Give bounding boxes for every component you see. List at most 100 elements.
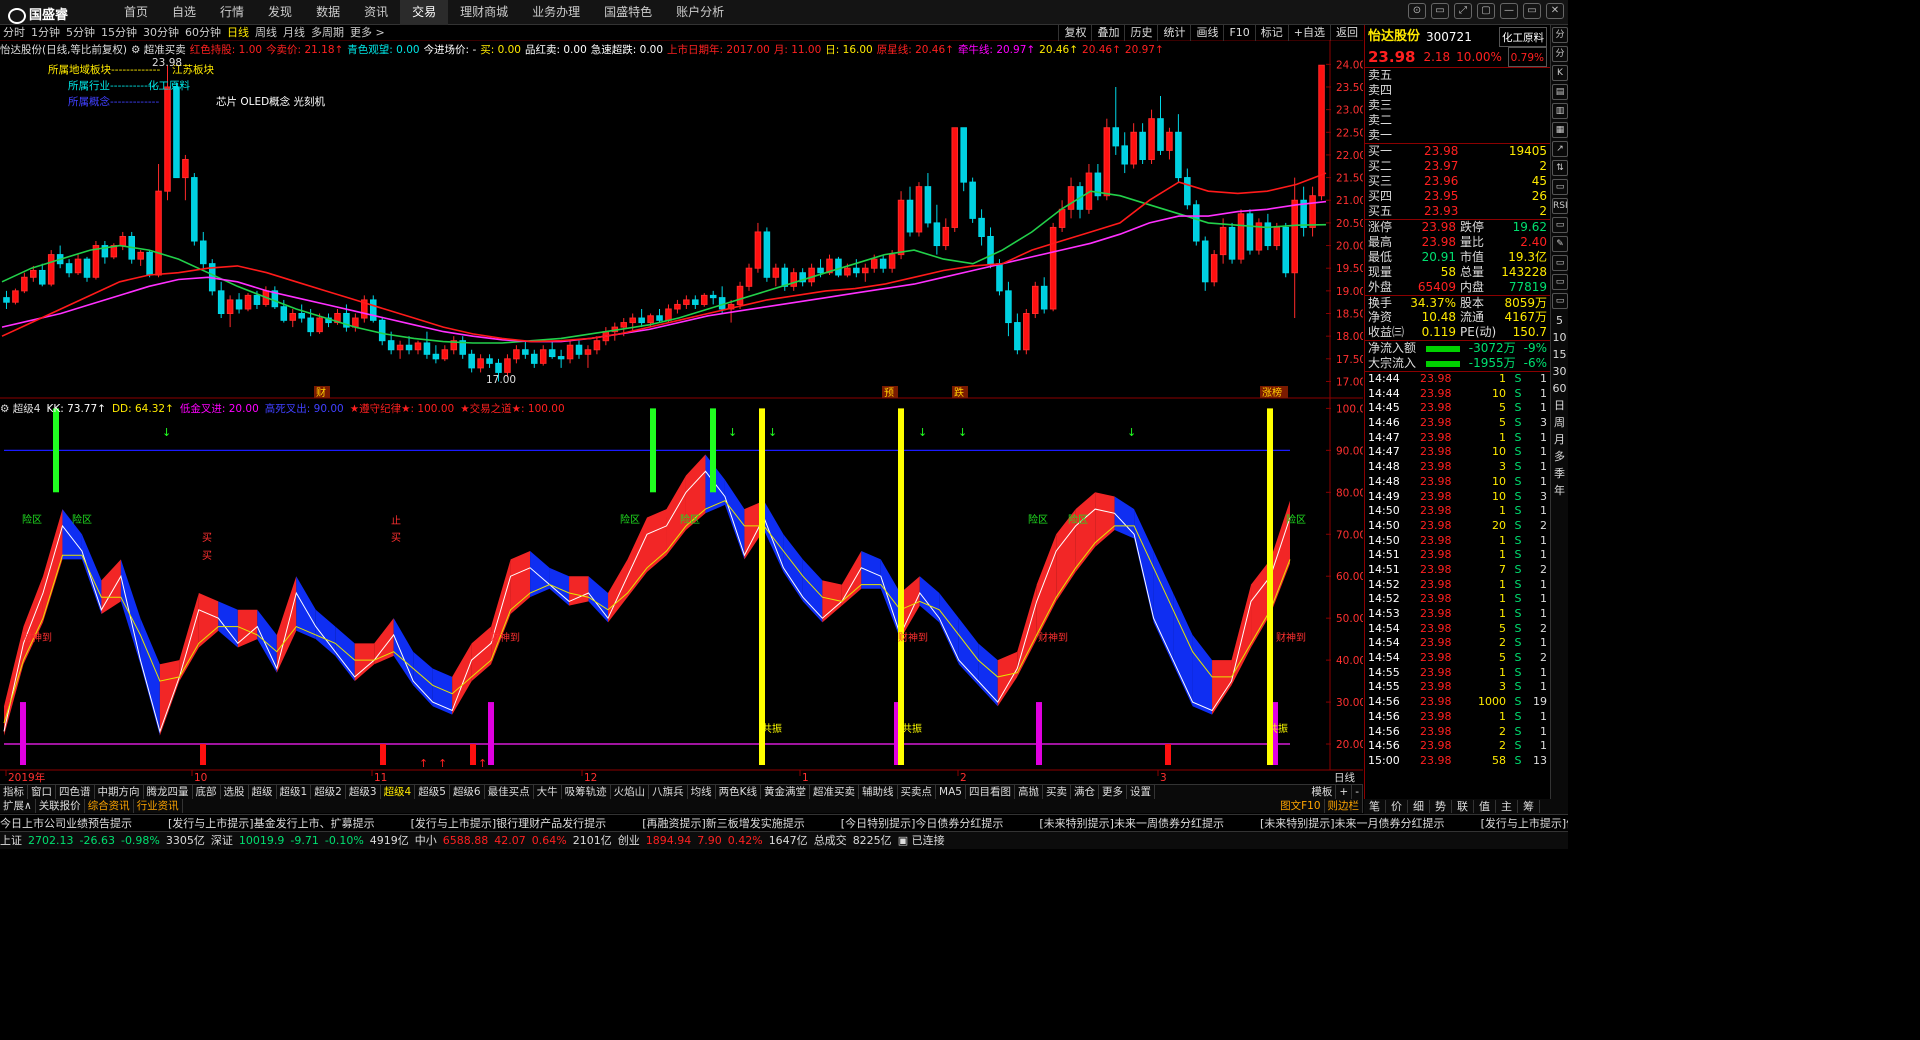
indicator-tab[interactable]: 火焰山 [611, 785, 650, 799]
nav-item[interactable]: 账户分析 [664, 0, 736, 25]
indicator-tab[interactable]: 吸筹轨迹 [562, 785, 611, 799]
indicator-tab[interactable]: 最佳买点 [485, 785, 534, 799]
tab-control-button[interactable]: - [1352, 785, 1363, 799]
window-control-icon[interactable]: ⊙ [1408, 3, 1426, 19]
indicator-tab[interactable]: MA5 [936, 785, 966, 799]
quote-panel-tab[interactable]: 筹 [1518, 800, 1540, 813]
nav-item[interactable]: 发现 [256, 0, 304, 25]
side-tool-icon[interactable]: ▭ [1552, 274, 1568, 290]
bid-row[interactable]: 买五 23.93 2 [1365, 204, 1550, 219]
info-tab[interactable]: 行业资讯 [134, 799, 183, 813]
period-shortcut[interactable]: 多 [1551, 448, 1568, 465]
period-tab[interactable]: 分时 [0, 25, 28, 41]
period-tab[interactable]: 多周期 [308, 25, 347, 41]
side-tool-icon[interactable]: ▦ [1552, 122, 1568, 138]
nav-item[interactable]: 资讯 [352, 0, 400, 25]
indicator-tab[interactable]: 腾龙四量 [144, 785, 193, 799]
toolbar-button[interactable]: 返回 [1330, 25, 1363, 41]
indicator-tab[interactable]: 指标 [0, 785, 28, 799]
nav-item[interactable]: 理财商城 [448, 0, 520, 25]
side-tool-icon[interactable]: ▤ [1552, 84, 1568, 100]
event-marker[interactable]: 涨榜 [1260, 386, 1288, 399]
indicator-tab[interactable]: 大牛 [534, 785, 562, 799]
quote-panel-tab[interactable]: 势 [1430, 800, 1452, 813]
ticker-item[interactable]: [发行与上市提示]银行理财产品发行提示 [411, 817, 607, 830]
period-tab[interactable]: 60分钟 [182, 25, 224, 41]
side-tool-icon[interactable]: ↗ [1552, 141, 1568, 157]
period-tab[interactable]: 15分钟 [98, 25, 140, 41]
indicator-tab[interactable]: 两色K线 [716, 785, 762, 799]
ticker-item[interactable]: [今日特别提示]今日债券分红提示 [841, 817, 1004, 830]
period-tab[interactable]: 30分钟 [140, 25, 182, 41]
event-marker[interactable]: 跌 [952, 386, 968, 399]
indicator-tab[interactable]: 超级5 [415, 785, 450, 799]
nav-item[interactable]: 数据 [304, 0, 352, 25]
side-tool-icon[interactable]: 分 [1552, 46, 1568, 62]
ask-row[interactable]: 卖三 [1365, 98, 1550, 113]
ticker-item[interactable]: [再融资提示]新三板增发实施提示 [642, 817, 805, 830]
toolbar-button[interactable]: +自选 [1287, 25, 1330, 41]
period-shortcut[interactable]: 月 [1551, 431, 1568, 448]
nav-item[interactable]: 自选 [160, 0, 208, 25]
indicator-tab[interactable]: 超级3 [346, 785, 381, 799]
window-control-icon[interactable]: ▢ [1477, 3, 1495, 19]
indicator-tab[interactable]: 窗口 [28, 785, 56, 799]
quote-panel-tab[interactable]: 值 [1474, 800, 1496, 813]
indicator-tab[interactable]: 超准买卖 [810, 785, 860, 799]
info-tab[interactable]: 图文F10 [1277, 799, 1325, 813]
period-shortcut[interactable]: 日 [1551, 397, 1568, 414]
info-tab[interactable]: 关联报价 [36, 799, 85, 813]
period-tab[interactable]: 月线 [280, 25, 308, 41]
period-tab[interactable]: 周线 [252, 25, 280, 41]
side-tool-icon[interactable]: RSI [1552, 198, 1568, 214]
indicator-tab[interactable]: 八旗兵 [649, 785, 688, 799]
toolbar-button[interactable]: 叠加 [1091, 25, 1124, 41]
nav-item[interactable]: 交易 [400, 0, 449, 25]
window-control-icon[interactable]: ⤢ [1454, 3, 1472, 19]
period-shortcut[interactable]: 30 [1551, 363, 1568, 380]
side-tool-icon[interactable]: ⇅ [1552, 160, 1568, 176]
window-control-icon[interactable]: ▭ [1523, 3, 1541, 19]
indicator-tab[interactable]: 辅助线 [859, 785, 898, 799]
window-control-icon[interactable]: ▭ [1431, 3, 1449, 19]
tab-control-button[interactable]: 模板 [1308, 785, 1337, 799]
side-tool-icon[interactable]: ▭ [1552, 293, 1568, 309]
side-tool-icon[interactable]: K [1552, 65, 1568, 81]
toolbar-button[interactable]: 画线 [1190, 25, 1223, 41]
app-logo[interactable]: 国盛睿 [8, 4, 68, 24]
nav-item[interactable]: 国盛特色 [592, 0, 664, 25]
ticker-item[interactable]: 今日上市公司业绩预告提示 [0, 817, 132, 830]
indicator-tab[interactable]: 买卖点 [898, 785, 937, 799]
bid-row[interactable]: 买二 23.97 2 [1365, 159, 1550, 174]
toolbar-button[interactable]: 历史 [1124, 25, 1157, 41]
period-shortcut[interactable]: 60 [1551, 380, 1568, 397]
nav-item[interactable]: 行情 [208, 0, 256, 25]
event-marker[interactable]: 财 [314, 386, 330, 399]
indicator-tab[interactable]: 选股 [221, 785, 249, 799]
toolbar-button[interactable]: F10 [1223, 25, 1254, 41]
period-shortcut[interactable]: 年 [1551, 482, 1568, 499]
indicator-tab[interactable]: 满仓 [1071, 785, 1099, 799]
tab-control-button[interactable]: + [1336, 785, 1353, 799]
side-tool-icon[interactable]: ▭ [1552, 217, 1568, 233]
period-shortcut[interactable]: 季 [1551, 465, 1568, 482]
side-tool-icon[interactable]: ▥ [1552, 103, 1568, 119]
info-tab[interactable]: 扩展∧ [0, 799, 36, 813]
ask-row[interactable]: 卖二 [1365, 113, 1550, 128]
ask-row[interactable]: 卖四 [1365, 83, 1550, 98]
ask-row[interactable]: 卖一 [1365, 128, 1550, 143]
tick-list[interactable]: 14:44 23.98 1 S 1 14:44 23.98 10 S 1 14:45 23.98 5 S 1… [1365, 372, 1550, 769]
window-control-icon[interactable]: — [1500, 3, 1518, 19]
period-shortcut[interactable]: 5 [1551, 312, 1568, 329]
quote-panel-tab[interactable]: 笔 [1364, 800, 1386, 813]
period-tab[interactable]: 1分钟 [28, 25, 63, 41]
indicator-tab[interactable]: 高抛 [1015, 785, 1043, 799]
side-tool-icon[interactable]: ▭ [1552, 179, 1568, 195]
indicator-tab[interactable]: 超级2 [311, 785, 346, 799]
indicator-tab[interactable]: 中期方向 [95, 785, 144, 799]
quote-panel-tab[interactable]: 主 [1496, 800, 1518, 813]
bid-row[interactable]: 买三 23.96 45 [1365, 174, 1550, 189]
indicator-tab[interactable]: 更多 [1099, 785, 1127, 799]
bid-row[interactable]: 买四 23.95 26 [1365, 189, 1550, 204]
info-tab[interactable]: 综合资讯 [85, 799, 134, 813]
